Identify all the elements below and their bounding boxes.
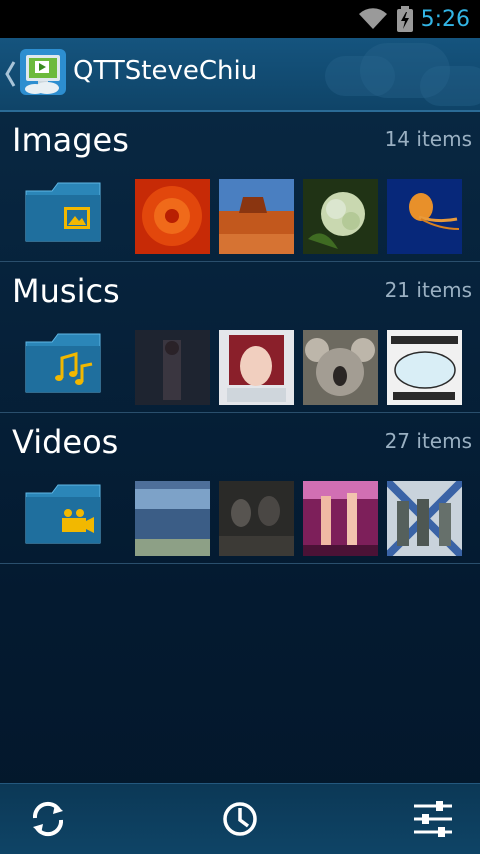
thumbnail-jellyfish[interactable] <box>387 179 462 254</box>
item-count: 14 items <box>384 127 472 151</box>
section-title: Images <box>12 121 129 159</box>
item-count: 27 items <box>384 429 472 453</box>
image-icon <box>64 207 90 229</box>
thumbnail-video-dark-scene[interactable] <box>219 481 294 556</box>
thumbnail-video-stadium[interactable] <box>135 481 210 556</box>
images-folder-button[interactable] <box>24 181 102 243</box>
musics-folder-button[interactable] <box>24 332 102 394</box>
battery-icon <box>396 6 413 32</box>
thumbnail-album-portrait[interactable] <box>219 330 294 405</box>
settings-sliders-icon[interactable] <box>410 796 456 842</box>
action-bar: QTTSteveChiu <box>0 38 480 112</box>
clock-icon[interactable] <box>217 796 263 842</box>
page-title: QTTSteveChiu <box>73 56 258 86</box>
videos-folder-button[interactable] <box>24 483 102 545</box>
thumbnail-chrysanthemum[interactable] <box>135 179 210 254</box>
status-bar: 5:26 <box>0 0 480 38</box>
refresh-icon[interactable] <box>25 796 71 842</box>
videos-section[interactable]: Videos 27 items <box>0 413 480 564</box>
thumbnail-video-group[interactable] <box>387 481 462 556</box>
bottom-toolbar <box>0 783 480 854</box>
thumbnail-album-koala[interactable] <box>303 330 378 405</box>
images-section[interactable]: Images 14 items <box>0 111 480 262</box>
item-count: 21 items <box>384 278 472 302</box>
thumbnail-desert[interactable] <box>219 179 294 254</box>
back-chevron-icon[interactable] <box>4 60 16 88</box>
thumbnail-hydrangeas[interactable] <box>303 179 378 254</box>
app-logo-icon[interactable] <box>20 49 66 95</box>
musics-section[interactable]: Musics 21 items <box>0 262 480 413</box>
wifi-icon <box>358 8 387 30</box>
status-clock: 5:26 <box>420 6 470 32</box>
section-title: Videos <box>12 423 119 461</box>
thumbnail-album-ninja-tuna[interactable] <box>387 330 462 405</box>
thumbnail-video-dancers[interactable] <box>303 481 378 556</box>
section-title: Musics <box>12 272 120 310</box>
thumbnail-album-amy-winehouse[interactable] <box>135 330 210 405</box>
